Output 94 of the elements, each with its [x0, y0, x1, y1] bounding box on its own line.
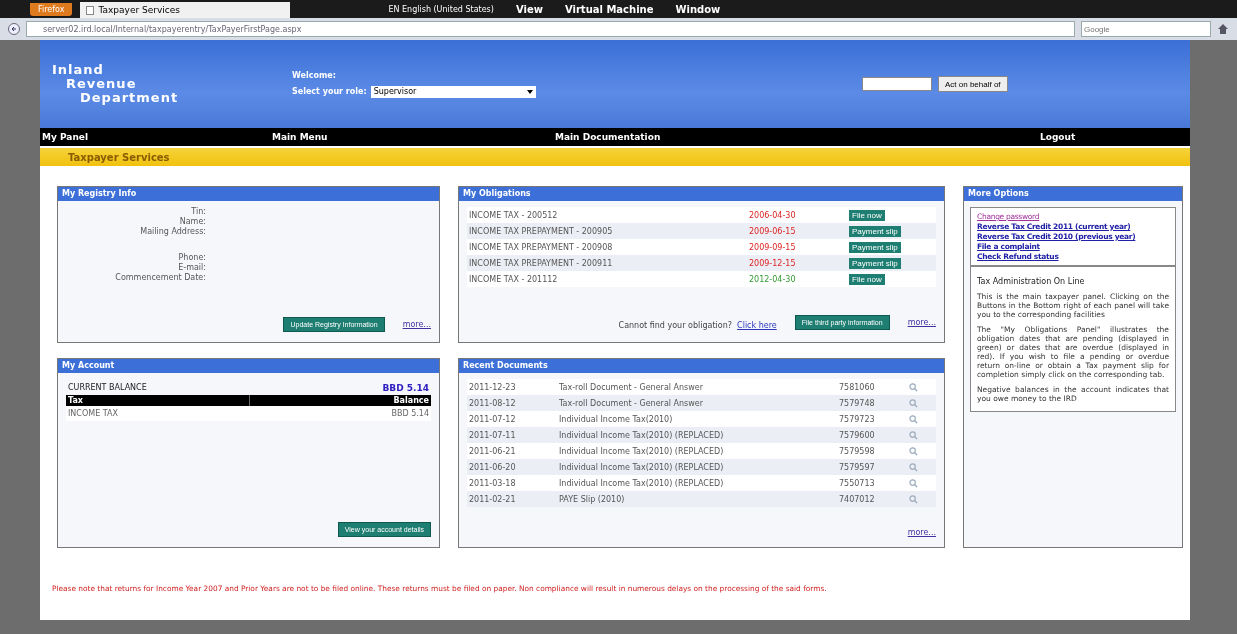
more-link[interactable]: more...: [402, 320, 431, 329]
table-cell-text: 2011-08-12: [469, 398, 517, 408]
table-cell-text: 7579748: [839, 398, 876, 408]
page-icon: [86, 5, 95, 15]
table-cell-text: PAYE Slip (2010): [559, 494, 626, 504]
nav-link[interactable]: Main Documentation: [555, 132, 1040, 142]
table-cell-text: 2011-06-21: [469, 446, 517, 456]
address-field[interactable]: server02.ird.local/Internal/taxpayerentry/TaxPayerFirstPage.aspx: [26, 21, 1075, 37]
table-cell-text: Individual Income Tax(2010) (REPLACED): [559, 478, 725, 488]
obligation-action-button[interactable]: Payment slip: [849, 225, 901, 237]
table-cell-text: 7579600: [839, 430, 876, 440]
help-text: Cannot find your obligation?: [618, 321, 732, 330]
obligation-name: INCOME TAX PREPAYMENT - 200908: [469, 242, 614, 252]
field-label: Phone:: [177, 253, 206, 263]
magnifier-icon[interactable]: [909, 478, 918, 488]
role-dropdown[interactable]: Supervisor: [370, 85, 536, 98]
obligation-action-button[interactable]: Payment slip: [849, 257, 901, 269]
welcome-text: Welcome:: [292, 70, 337, 80]
table-cell-text: Individual Income Tax(2010) (REPLACED): [559, 462, 725, 472]
info-title: Tax Administration On Line: [977, 277, 1086, 286]
table-cell-text: 2011-07-11: [469, 430, 517, 440]
nav-link[interactable]: My Panel: [42, 132, 272, 142]
table-cell-text: 7407012: [839, 494, 876, 504]
field-label: Mailing Address:: [139, 227, 206, 237]
table-cell-text: Individual Income Tax(2010): [559, 414, 674, 424]
page-title: Taxpayer Services: [68, 151, 170, 163]
field-label: E-mail:: [177, 263, 206, 273]
magnifier-icon[interactable]: [909, 414, 918, 424]
more-link[interactable]: more...: [907, 318, 936, 327]
nav-link[interactable]: Logout: [1040, 132, 1190, 142]
obligation-name: INCOME TAX - 201112: [469, 274, 559, 284]
table-cell-text: 7550713: [839, 478, 876, 488]
act-on-behalf-button[interactable]: Act on behalf of: [938, 76, 1008, 92]
magnifier-icon[interactable]: [909, 462, 918, 472]
logo-text: Department: [80, 91, 179, 105]
menu-item[interactable]: Window: [675, 3, 721, 15]
role-label: Select your role:: [292, 87, 367, 96]
column-header: Tax: [67, 395, 84, 406]
table-cell-text: 7579598: [839, 446, 876, 456]
magnifier-icon[interactable]: [909, 430, 918, 440]
magnifier-icon[interactable]: [909, 382, 918, 392]
field-label: Commencement Date:: [114, 273, 206, 283]
table-cell-text: Tax-roll Document - General Answer: [559, 382, 705, 392]
caret-icon: [526, 89, 533, 94]
panel-title: My Registry Info: [58, 187, 439, 201]
due-date: 2012-04-30: [749, 274, 797, 284]
back-icon[interactable]: [8, 23, 20, 35]
tab-title: Taxpayer Services: [98, 5, 180, 15]
panel-title: More Options: [964, 187, 1182, 201]
obligation-action-button[interactable]: File now: [849, 273, 885, 285]
obligation-name: INCOME TAX PREPAYMENT - 200905: [469, 226, 614, 236]
magnifier-icon[interactable]: [909, 494, 918, 504]
balance-label: CURRENT BALANCE: [68, 383, 147, 393]
magnifier-icon[interactable]: [909, 446, 918, 456]
logo-text: Revenue: [66, 77, 137, 91]
table-cell-text: Individual Income Tax(2010) (REPLACED): [559, 446, 725, 456]
table-cell-text: 2011-07-12: [469, 414, 517, 424]
table-cell-text: 2011-02-21: [469, 494, 517, 504]
table-cell-text: 7579597: [839, 462, 876, 472]
panel-title: My Account: [58, 359, 439, 373]
home-icon[interactable]: [1217, 23, 1229, 35]
table-cell-text: 2011-03-18: [469, 478, 517, 488]
due-date: 2009-09-15: [749, 242, 797, 252]
due-date: 2009-06-15: [749, 226, 797, 236]
table-cell-text: INCOME TAX: [67, 408, 119, 420]
table-cell-text: 2011-12-23: [469, 382, 517, 392]
obligation-action-button[interactable]: File now: [849, 209, 885, 221]
table-cell-text: 2011-06-20: [469, 462, 517, 472]
due-date: 2006-04-30: [749, 210, 797, 220]
field-label: Tin:: [190, 207, 206, 217]
menu-item[interactable]: View: [515, 3, 543, 15]
table-cell-text: 7581060: [839, 382, 876, 392]
obligation-action-button[interactable]: Payment slip: [849, 241, 901, 253]
menu-item[interactable]: Virtual Machine: [564, 3, 654, 15]
click-here-link[interactable]: Click here: [737, 321, 777, 330]
panel-title: My Obligations: [459, 187, 944, 201]
obligation-name: INCOME TAX PREPAYMENT - 200911: [469, 258, 614, 268]
field-label: Name:: [178, 217, 206, 227]
language-indicator[interactable]: EN English (United States): [388, 4, 494, 14]
panel-title: Recent Documents: [459, 359, 944, 373]
table-cell-text: BBD 5.14: [390, 408, 430, 420]
balance-value: BBD 5.14: [382, 383, 429, 393]
taxpayer-field[interactable]: [862, 77, 932, 91]
obligation-name: INCOME TAX - 200512: [469, 210, 559, 220]
nav-link[interactable]: Main Menu: [272, 132, 555, 142]
table-cell-text: 7579723: [839, 414, 876, 424]
logo-text: Inland: [52, 63, 104, 77]
due-date: 2009-12-15: [749, 258, 797, 268]
browser-tab[interactable]: Taxpayer Services: [80, 2, 291, 18]
search-field[interactable]: Google: [1081, 21, 1211, 37]
magnifier-icon[interactable]: [909, 398, 918, 408]
table-cell-text: Tax-roll Document - General Answer: [559, 398, 705, 408]
table-cell-text: Individual Income Tax(2010) (REPLACED): [559, 430, 725, 440]
more-link[interactable]: more...: [907, 528, 936, 537]
